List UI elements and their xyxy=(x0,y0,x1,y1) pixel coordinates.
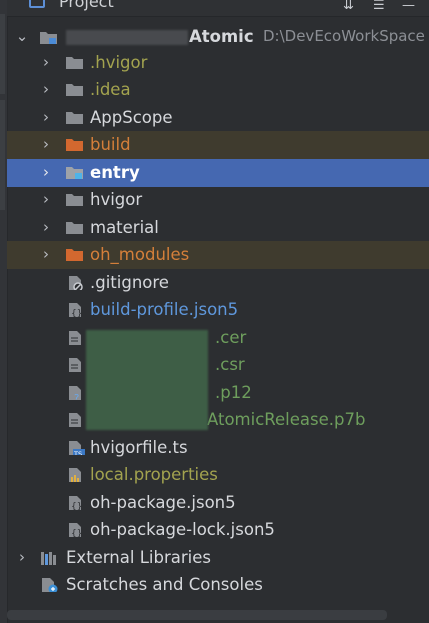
chevron-right-icon[interactable]: › xyxy=(39,104,53,131)
text-file-icon xyxy=(69,358,81,372)
tree-item-label: hvigor xyxy=(90,190,143,209)
library-icon xyxy=(41,552,56,565)
json-file-icon: {} xyxy=(69,303,82,317)
side-strip-button[interactable] xyxy=(0,100,5,210)
root-project-path: D:\DevEcoWorkSpace xyxy=(263,27,425,45)
tree-item-build[interactable]: › build xyxy=(7,131,429,159)
redacted-region xyxy=(66,30,188,45)
tree-item-label: oh-package.json5 xyxy=(90,493,236,512)
tree-item-material[interactable]: › material xyxy=(7,214,429,242)
module-folder-icon xyxy=(40,32,57,44)
unknown-file-icon: ? xyxy=(69,386,81,400)
tree-item-scratches[interactable]: Scratches and Consoles xyxy=(7,571,429,599)
chevron-right-icon[interactable]: › xyxy=(39,186,53,213)
tree-item-local-properties[interactable]: local.properties xyxy=(7,461,429,489)
project-icon xyxy=(29,0,45,8)
tree-item-hvigor-hidden[interactable]: › .hvigor xyxy=(7,49,429,77)
gitignore-file-icon xyxy=(69,276,83,290)
tree-item-label: .idea xyxy=(90,80,131,99)
svg-text:TS: TS xyxy=(73,450,82,455)
tree-item-cer[interactable]: .cer xyxy=(7,324,429,352)
svg-text:{}: {} xyxy=(71,502,82,510)
tree-item-csr[interactable]: .csr xyxy=(7,351,429,379)
folder-icon xyxy=(66,112,83,124)
json-file-icon: {} xyxy=(69,523,82,537)
tree-item-label: oh-package-lock.json5 xyxy=(90,520,275,539)
svg-text:{}: {} xyxy=(71,309,82,317)
folder-icon xyxy=(66,194,83,206)
tree-item-entry[interactable]: › entry xyxy=(7,159,429,187)
chevron-right-icon[interactable]: › xyxy=(39,241,53,268)
tree-item-label: AppScope xyxy=(90,108,173,127)
tree-item-label: local.properties xyxy=(90,465,218,484)
folder-excluded-icon xyxy=(66,139,83,151)
tree-item-label: material xyxy=(90,218,159,237)
tree-item-label: Scratches and Consoles xyxy=(66,575,263,594)
json-file-icon: {} xyxy=(69,496,82,510)
tree-item-oh-modules[interactable]: › oh_modules xyxy=(7,241,429,269)
tree-item-hvigorfile[interactable]: TS hvigorfile.ts xyxy=(7,434,429,462)
tree-item-appscope[interactable]: › AppScope xyxy=(7,104,429,132)
tree-item-oh-package[interactable]: {} oh-package.json5 xyxy=(7,489,429,517)
folder-icon xyxy=(66,84,83,96)
tree-item-p12[interactable]: ? .p12 xyxy=(7,379,429,407)
root-project-name: Atomic xyxy=(189,27,254,46)
tree-item-label: oh_modules xyxy=(90,245,190,264)
chevron-right-icon[interactable]: › xyxy=(39,49,53,76)
chevron-right-icon[interactable]: › xyxy=(15,544,29,571)
chevron-right-icon[interactable]: › xyxy=(39,131,53,158)
folder-icon xyxy=(66,222,83,234)
chevron-right-icon[interactable]: › xyxy=(39,159,53,186)
collapse-all-icon[interactable]: ⇊ xyxy=(343,0,354,13)
tree-item-label: .csr xyxy=(215,355,245,374)
tree-item-label: External Libraries xyxy=(66,548,211,567)
tree-item-label: entry xyxy=(90,163,140,182)
tree-item-label: AtomicRelease.p7b xyxy=(207,410,366,429)
chevron-right-icon[interactable]: › xyxy=(39,76,53,103)
properties-file-icon xyxy=(69,468,81,482)
chevron-right-icon[interactable]: › xyxy=(39,214,53,241)
folder-icon xyxy=(66,57,83,69)
tree-item-build-profile[interactable]: {} build-profile.json5 xyxy=(7,296,429,324)
tree-item-p7b[interactable]: AtomicRelease.p7b xyxy=(7,406,429,434)
tree-item-label: build-profile.json5 xyxy=(90,300,239,319)
panel-header: Project ⇊ ☰ — xyxy=(7,0,429,17)
tree-item-label: .hvigor xyxy=(90,53,148,72)
tree-item-label: .cer xyxy=(215,328,247,347)
tree-item-label: .p12 xyxy=(215,383,252,402)
tree-item-label: hvigorfile.ts xyxy=(90,438,188,457)
tree-item-oh-package-lock[interactable]: {} oh-package-lock.json5 xyxy=(7,516,429,544)
tree-item-label: build xyxy=(90,135,131,154)
hide-icon[interactable]: — xyxy=(402,0,415,13)
module-folder-icon xyxy=(66,167,83,179)
tree-item-idea[interactable]: › .idea xyxy=(7,76,429,104)
svg-text:{}: {} xyxy=(71,529,82,537)
tree-item-gitignore[interactable]: .gitignore xyxy=(7,269,429,297)
redacted-region xyxy=(86,330,208,430)
options-icon[interactable]: ☰ xyxy=(373,0,385,13)
tree-item-external-libraries[interactable]: › External Libraries xyxy=(7,544,429,572)
scratches-icon xyxy=(42,578,58,592)
chevron-down-icon[interactable]: ⌄ xyxy=(15,23,29,50)
folder-excluded-icon xyxy=(66,249,83,261)
project-tool-window: Project ⇊ ☰ — ⌄ Atomic D:\DevEcoWorkSpac… xyxy=(0,0,429,623)
text-file-icon xyxy=(69,331,81,345)
typescript-file-icon: TS xyxy=(69,441,85,455)
svg-text:?: ? xyxy=(74,393,79,400)
horizontal-scrollbar[interactable] xyxy=(7,610,387,620)
tree-item-hvigor[interactable]: › hvigor xyxy=(7,186,429,214)
text-file-icon xyxy=(69,413,81,427)
tree-item-label: .gitignore xyxy=(90,273,169,292)
panel-title[interactable]: Project xyxy=(59,0,114,11)
side-strip-button[interactable] xyxy=(0,14,5,94)
